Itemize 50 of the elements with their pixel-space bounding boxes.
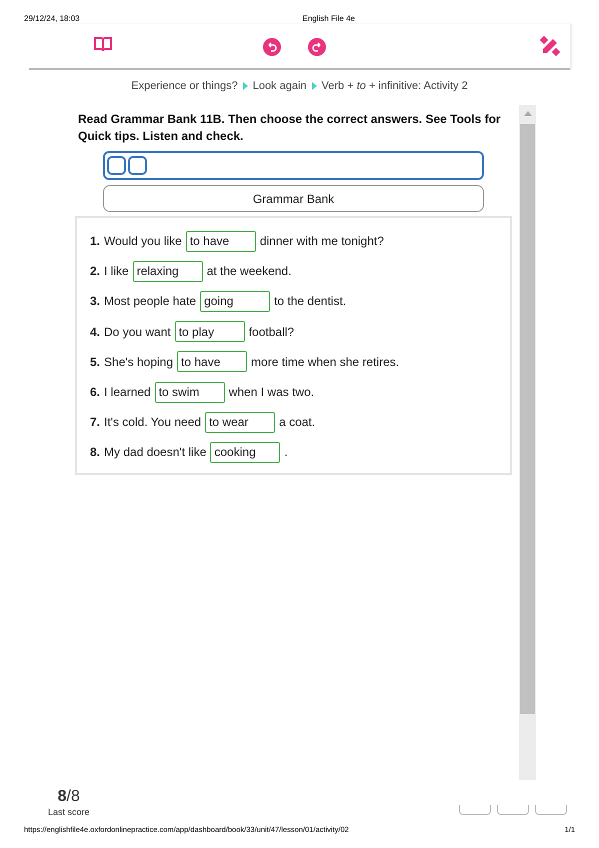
answer-field[interactable]: going [200,290,270,312]
question-text: at the weekend. [206,263,292,280]
question-number: 2. [90,263,100,280]
chevron-icon [242,82,248,90]
question-number: 3. [90,293,100,310]
grammar-bank-button[interactable]: Grammar Bank [103,185,484,212]
question-number: 6. [90,384,100,402]
question-number: 7. [90,414,100,432]
question-text: I learned [104,384,151,402]
answer-field[interactable]: to wear [205,412,276,433]
score-label: Last score [48,806,90,819]
redo-icon[interactable] [308,38,326,56]
question-text: I like [104,263,129,280]
question-text: football? [248,324,294,341]
answer-field[interactable]: cooking [210,442,280,463]
undo-icon[interactable] [263,38,281,56]
breadcrumb-link[interactable]: Look again [252,78,307,94]
answer-field[interactable]: to play [174,321,245,342]
breadcrumb-link[interactable]: Verb + to + infinitive: Activity 2 [322,78,468,94]
question-text: My dad doesn't like [104,444,206,462]
breadcrumb-link[interactable]: Experience or things? [131,78,238,94]
score-total: /8 [66,788,80,805]
question-text: Most people hate [104,293,196,310]
chevron-icon [312,82,317,90]
answer-field[interactable]: to have [186,230,256,252]
scrollbar-thumb[interactable] [520,124,535,714]
question-text: more time when she retires. [251,354,400,371]
answer-field[interactable]: to have [177,351,248,372]
question-text: It's cold. You need [104,414,202,432]
print-date: 29/12/24, 18:03 [24,12,80,24]
book-icon[interactable] [93,36,113,54]
question-text: Would you like [104,233,182,250]
score-value: 8 [58,788,67,805]
pencil-ruler-icon[interactable] [540,36,560,56]
instructions: Read Grammar Bank 11B. Then choose the correct answers. See Tools for Quick tips. Listen and check. [77,111,502,145]
answer-field[interactable]: to swim [154,382,225,403]
question-text: . [284,444,288,462]
answer-field[interactable]: relaxing [132,260,203,282]
question-number: 8. [90,444,100,462]
question-number: 4. [90,324,100,341]
question-text: Do you want [104,324,171,341]
question-number: 1. [90,233,100,250]
question-text: when I was two. [228,384,314,402]
page-title: English File 4e [302,12,355,24]
question-number: 5. [90,354,100,371]
question-text: She's hoping [104,354,174,371]
question-text: to the dentist. [274,293,346,310]
question-text: a coat. [279,414,316,432]
scrollbar[interactable] [519,105,536,780]
question-text: dinner with me tonight? [260,233,384,250]
